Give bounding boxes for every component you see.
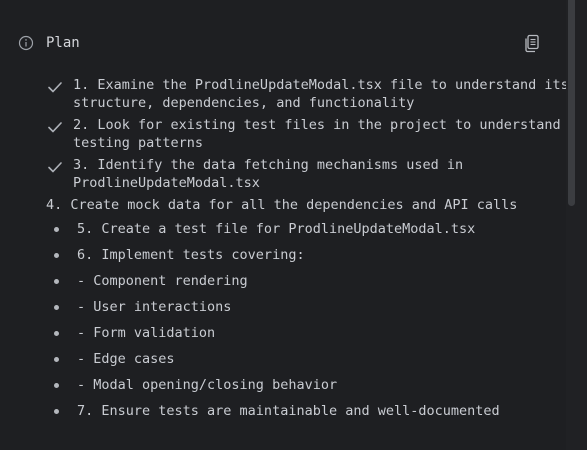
plan-step-text: ProdlineUpdateModal.tsx — [73, 175, 260, 191]
plan-step-text: testing patterns — [73, 135, 204, 151]
plan-step-text: 2. Look for existing test files in the p… — [73, 117, 587, 133]
checkmark-icon — [48, 122, 62, 133]
plan-step-text: - Edge cases — [77, 351, 175, 367]
plan-step-list: 1. Examine the ProdlineUpdateModal.tsx f… — [0, 0, 587, 450]
bullet-icon — [54, 409, 59, 414]
bullet-icon — [54, 305, 59, 310]
scrollbar-thumb[interactable] — [568, 0, 575, 206]
vertical-scrollbar[interactable] — [566, 0, 587, 450]
bullet-icon — [54, 227, 59, 232]
plan-step-text: - Component rendering — [77, 273, 248, 289]
checkmark-icon — [48, 82, 62, 93]
plan-step-text: 4. Create mock data for all the dependen… — [46, 197, 518, 213]
plan-step-text: structure, dependencies, and functionali… — [73, 95, 415, 111]
plan-step-text: 7. Ensure tests are maintainable and wel… — [77, 403, 500, 419]
bullet-icon — [54, 279, 59, 284]
bullet-icon — [54, 357, 59, 362]
bullet-icon — [54, 253, 59, 258]
bullet-icon — [54, 383, 59, 388]
plan-step-text: 6. Implement tests covering: — [77, 247, 305, 263]
plan-step-text: 5. Create a test file for ProdlineUpdate… — [77, 221, 476, 237]
plan-step-text: - Form validation — [77, 325, 216, 341]
plan-step-text: - Modal opening/closing behavior — [77, 377, 338, 393]
plan-step-text: 3. Identify the data fetching mechanisms… — [73, 157, 464, 173]
bullet-icon — [54, 331, 59, 336]
checkmark-icon — [48, 162, 62, 173]
plan-step-text: 1. Examine the ProdlineUpdateModal.tsx f… — [73, 77, 569, 93]
plan-step-text: - User interactions — [77, 299, 232, 315]
